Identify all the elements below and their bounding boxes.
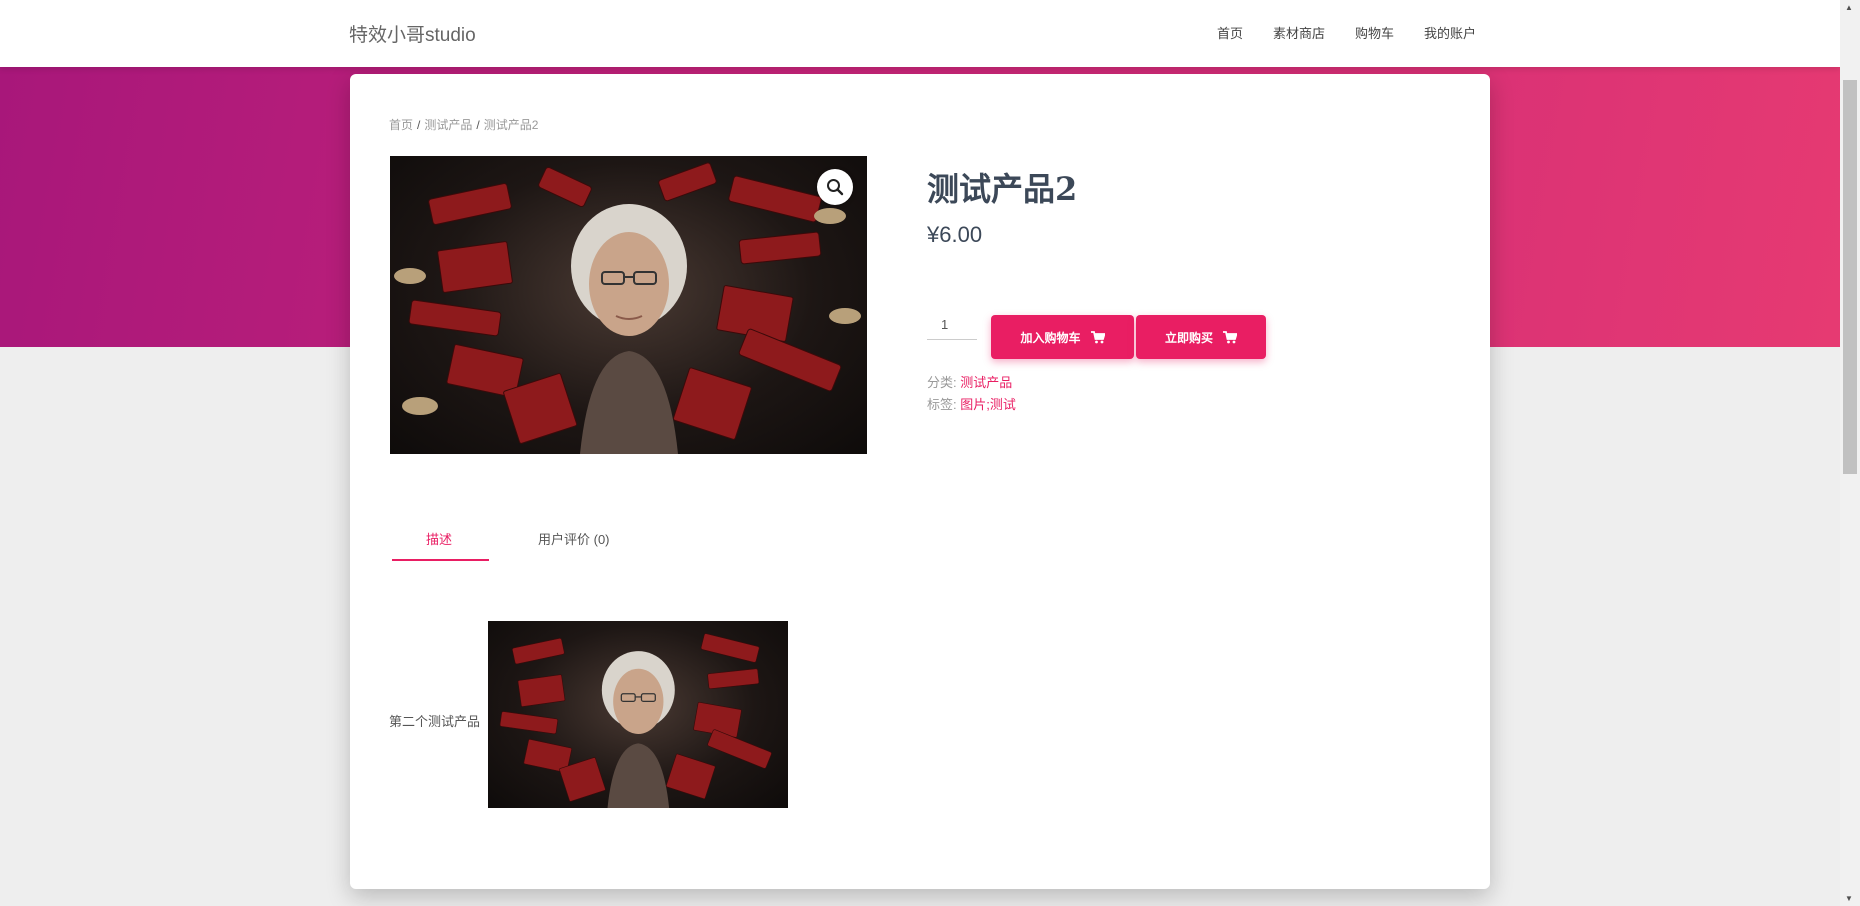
quantity-input[interactable]	[927, 310, 977, 340]
tags-link[interactable]: 图片;测试	[960, 397, 1016, 412]
buy-now-button[interactable]: 立即购买	[1136, 315, 1266, 359]
breadcrumb-separator: /	[476, 118, 480, 132]
cart-icon	[1223, 330, 1237, 343]
breadcrumb-current: 测试产品2	[483, 118, 539, 132]
description-image-graphic	[499, 633, 772, 808]
nav-link-shop[interactable]: 素材商店	[1273, 23, 1325, 42]
scroll-thumb[interactable]	[1843, 80, 1857, 474]
breadcrumb-separator: /	[417, 118, 421, 132]
product-title: 测试产品2	[927, 170, 1078, 208]
buy-now-label: 立即购买	[1164, 330, 1213, 345]
tab-description[interactable]: 描述	[426, 529, 452, 548]
description-image	[488, 621, 788, 808]
breadcrumb: 首页 / 测试产品 / 测试产品2	[389, 116, 538, 133]
zoom-button[interactable]	[817, 169, 853, 205]
zoom-icon	[827, 179, 844, 196]
cart-icon	[1090, 330, 1105, 343]
active-tab-indicator	[392, 559, 489, 561]
tab-reviews[interactable]: 用户评价 (0)	[538, 529, 610, 548]
nav-link-account[interactable]: 我的账户	[1424, 23, 1476, 42]
product-card: 首页 / 测试产品 / 测试产品2 测试产品2 ¥6.00 1 加入购物车 立即…	[350, 74, 1490, 889]
breadcrumb-home[interactable]: 首页	[389, 118, 413, 132]
product-tags: 标签: 图片;测试	[927, 394, 1016, 413]
add-to-cart-button[interactable]: 加入购物车	[991, 315, 1134, 359]
nav-links: 首页 素材商店 购物车 我的账户	[1217, 23, 1476, 42]
scroll-up-arrow-icon[interactable]: ▲	[1845, 3, 1853, 12]
scroll-down-arrow-icon[interactable]: ▼	[1845, 894, 1853, 903]
category-link[interactable]: 测试产品	[960, 375, 1012, 390]
tags-label: 标签:	[927, 397, 957, 412]
site-brand[interactable]: 特效小哥studio	[349, 20, 476, 47]
product-image[interactable]	[390, 156, 867, 454]
add-to-cart-label: 加入购物车	[1020, 330, 1081, 345]
nav-link-home[interactable]: 首页	[1217, 23, 1243, 42]
breadcrumb-category[interactable]: 测试产品	[424, 118, 472, 132]
nav-link-cart[interactable]: 购物车	[1355, 23, 1394, 42]
top-navigation: 特效小哥studio 首页 素材商店 购物车 我的账户	[0, 0, 1840, 67]
category-label: 分类:	[927, 375, 957, 390]
product-price: ¥6.00	[927, 222, 983, 247]
description-text: 第二个测试产品	[389, 714, 481, 729]
product-category: 分类: 测试产品	[927, 372, 1012, 391]
page-scrollbar[interactable]: ▲ ▼	[1840, 0, 1860, 906]
product-image-graphic	[394, 162, 861, 454]
